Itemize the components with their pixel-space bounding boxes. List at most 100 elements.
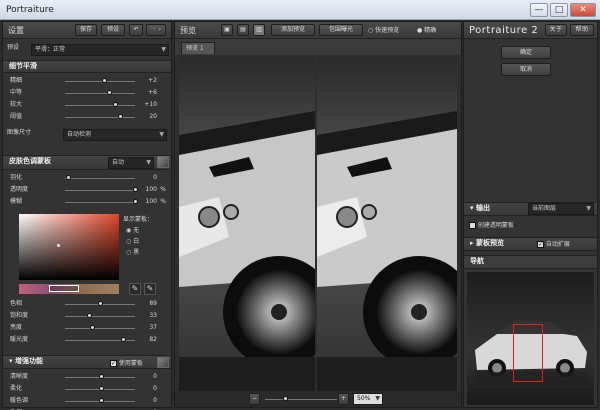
display-mask-option-label: 白	[133, 238, 140, 245]
slider-thumb[interactable]	[99, 398, 104, 403]
zoom-select[interactable]: 50% ▼	[353, 393, 383, 405]
product-header: Portraiture 2 关于 帮助	[464, 22, 597, 39]
display-mask-option[interactable]: ◉ 无	[126, 225, 139, 236]
product-logo-part2: re 2	[516, 25, 539, 36]
slider-thumb[interactable]	[102, 78, 108, 83]
help-button[interactable]: 帮助	[570, 24, 594, 36]
add-preview-button[interactable]: 添加预览	[271, 24, 315, 36]
precise-radio[interactable]: ● 精确	[417, 22, 436, 39]
use-mask-checkbox[interactable]: ✓ 使用蒙板	[110, 358, 143, 367]
output-select[interactable]: 当前图层 ▼	[528, 203, 594, 215]
slider-thumb[interactable]	[97, 301, 103, 306]
display-mask-option-label: 无	[133, 227, 140, 234]
preview-before[interactable]	[179, 57, 315, 393]
slider-track[interactable]	[65, 190, 135, 191]
ok-button[interactable]: 确定	[501, 46, 551, 59]
skin-color-field[interactable]	[19, 214, 119, 280]
mask-picker-icon[interactable]	[157, 156, 169, 168]
slider-track[interactable]	[65, 178, 135, 179]
slider-track[interactable]	[65, 202, 135, 203]
slider-row: 饱和度 33	[3, 311, 171, 321]
navigator-viewport-frame[interactable]	[513, 324, 543, 382]
output-title: 输出	[475, 204, 490, 212]
mask-picker-icon[interactable]	[157, 357, 169, 368]
tab-preview-1[interactable]: 预览 1	[181, 42, 215, 54]
slider-track[interactable]	[65, 316, 135, 317]
slider-row: 暖色调 0	[3, 396, 171, 406]
preset-select[interactable]: 平滑：正常 ▼	[31, 44, 169, 56]
display-mask-option[interactable]: ○ 白	[126, 236, 139, 247]
slider-thumb[interactable]	[112, 102, 118, 107]
window-title: Portraiture	[6, 5, 54, 15]
detail-smoothing-header[interactable]: 细节平滑	[3, 60, 171, 73]
slider-row: 柔化 0	[3, 384, 171, 394]
navigator-thumbnail[interactable]	[467, 272, 594, 405]
hue-strip[interactable]	[19, 284, 119, 294]
minimize-button[interactable]: —	[530, 3, 548, 17]
slider-label: 亮度	[10, 324, 23, 331]
quick-preview-label: 快速预览	[375, 27, 400, 34]
slider-thumb[interactable]	[87, 313, 93, 318]
slider-value: 20	[149, 113, 157, 120]
precise-label: 精确	[424, 27, 437, 34]
slider-thumb[interactable]	[118, 114, 124, 119]
checkbox-unchecked-icon	[469, 222, 476, 229]
hue-range-box[interactable]	[49, 285, 79, 292]
mask-preview-header[interactable]: ▸ 蒙板预览	[464, 237, 597, 251]
slider-track[interactable]	[65, 105, 135, 106]
preset-select-value: 平滑：正常	[35, 46, 66, 53]
quick-preview-radio[interactable]: ○ 快速预览	[368, 22, 399, 39]
preset-button[interactable]: 预设	[101, 24, 125, 36]
slider-thumb[interactable]	[90, 325, 96, 330]
skin-mode-select[interactable]: 自动 ▼	[108, 157, 154, 169]
single-view-icon[interactable]: ▣	[221, 24, 233, 36]
eyedropper-icon[interactable]: ✎	[129, 283, 141, 295]
slider-label: 饱和度	[10, 312, 29, 319]
slider-label: 较大	[10, 101, 23, 108]
zoom-in-button[interactable]: +	[338, 393, 349, 405]
redo-icon[interactable]: ↷ ▾	[146, 24, 166, 36]
zoom-slider-track[interactable]	[265, 399, 337, 400]
cancel-button[interactable]: 取消	[501, 63, 551, 76]
slider-thumb[interactable]	[66, 175, 72, 180]
auto-expand-checkbox[interactable]: ✓ 自动扩展	[537, 239, 570, 248]
slider-thumb[interactable]	[107, 90, 113, 95]
tab-bar: 预览 1	[175, 39, 461, 55]
about-button[interactable]: 关于	[545, 24, 567, 36]
undo-icon[interactable]: ↶	[129, 24, 143, 36]
slider-value: 0	[153, 397, 157, 404]
slider-thumb[interactable]	[99, 386, 104, 391]
slider-thumb[interactable]	[120, 337, 126, 342]
preview-title: 预览	[180, 26, 196, 35]
zoom-slider-thumb[interactable]	[283, 396, 288, 401]
slider-track[interactable]	[65, 117, 135, 118]
slider-track[interactable]	[65, 81, 135, 82]
create-mask-checkbox[interactable]: 创建透明蒙板	[469, 220, 514, 229]
split-vertical-icon[interactable]: ▥	[253, 24, 265, 36]
zoom-out-button[interactable]: −	[249, 393, 260, 405]
maximize-button[interactable]: □	[550, 3, 568, 17]
close-button[interactable]: ✕	[570, 3, 596, 17]
skin-mask-title: 皮肤色调蒙板	[9, 157, 51, 165]
slider-value: 0	[153, 174, 157, 181]
feature-size-select[interactable]: 自动检测 ▼	[63, 129, 167, 141]
slider-value: +2	[148, 77, 157, 84]
save-button[interactable]: 保存	[75, 24, 97, 36]
split-horizontal-icon[interactable]: ▤	[237, 24, 249, 36]
display-mask-option[interactable]: ○ 黑	[126, 247, 139, 258]
slider-value: 82	[149, 336, 157, 343]
slider-thumb[interactable]	[99, 374, 104, 379]
slider-value: 100	[145, 198, 157, 205]
slider-track[interactable]	[65, 328, 135, 329]
color-picker-marker[interactable]	[57, 244, 60, 247]
chevron-down-icon: ▼	[146, 159, 151, 166]
slider-track[interactable]	[65, 93, 135, 94]
slider-row: 羽化 0	[3, 173, 171, 183]
preview-after[interactable]	[317, 57, 457, 393]
zoom-bar: − + 50% ▼	[175, 391, 461, 407]
slider-label: 色相	[10, 300, 23, 307]
eyedropper-plus-icon[interactable]: ✎	[144, 283, 156, 295]
bracket-button[interactable]: 包围曝光	[319, 24, 363, 36]
enhancements-header[interactable]: ▾ 增强功能	[3, 355, 171, 369]
mask-preview-title: 蒙板预览	[475, 239, 504, 247]
